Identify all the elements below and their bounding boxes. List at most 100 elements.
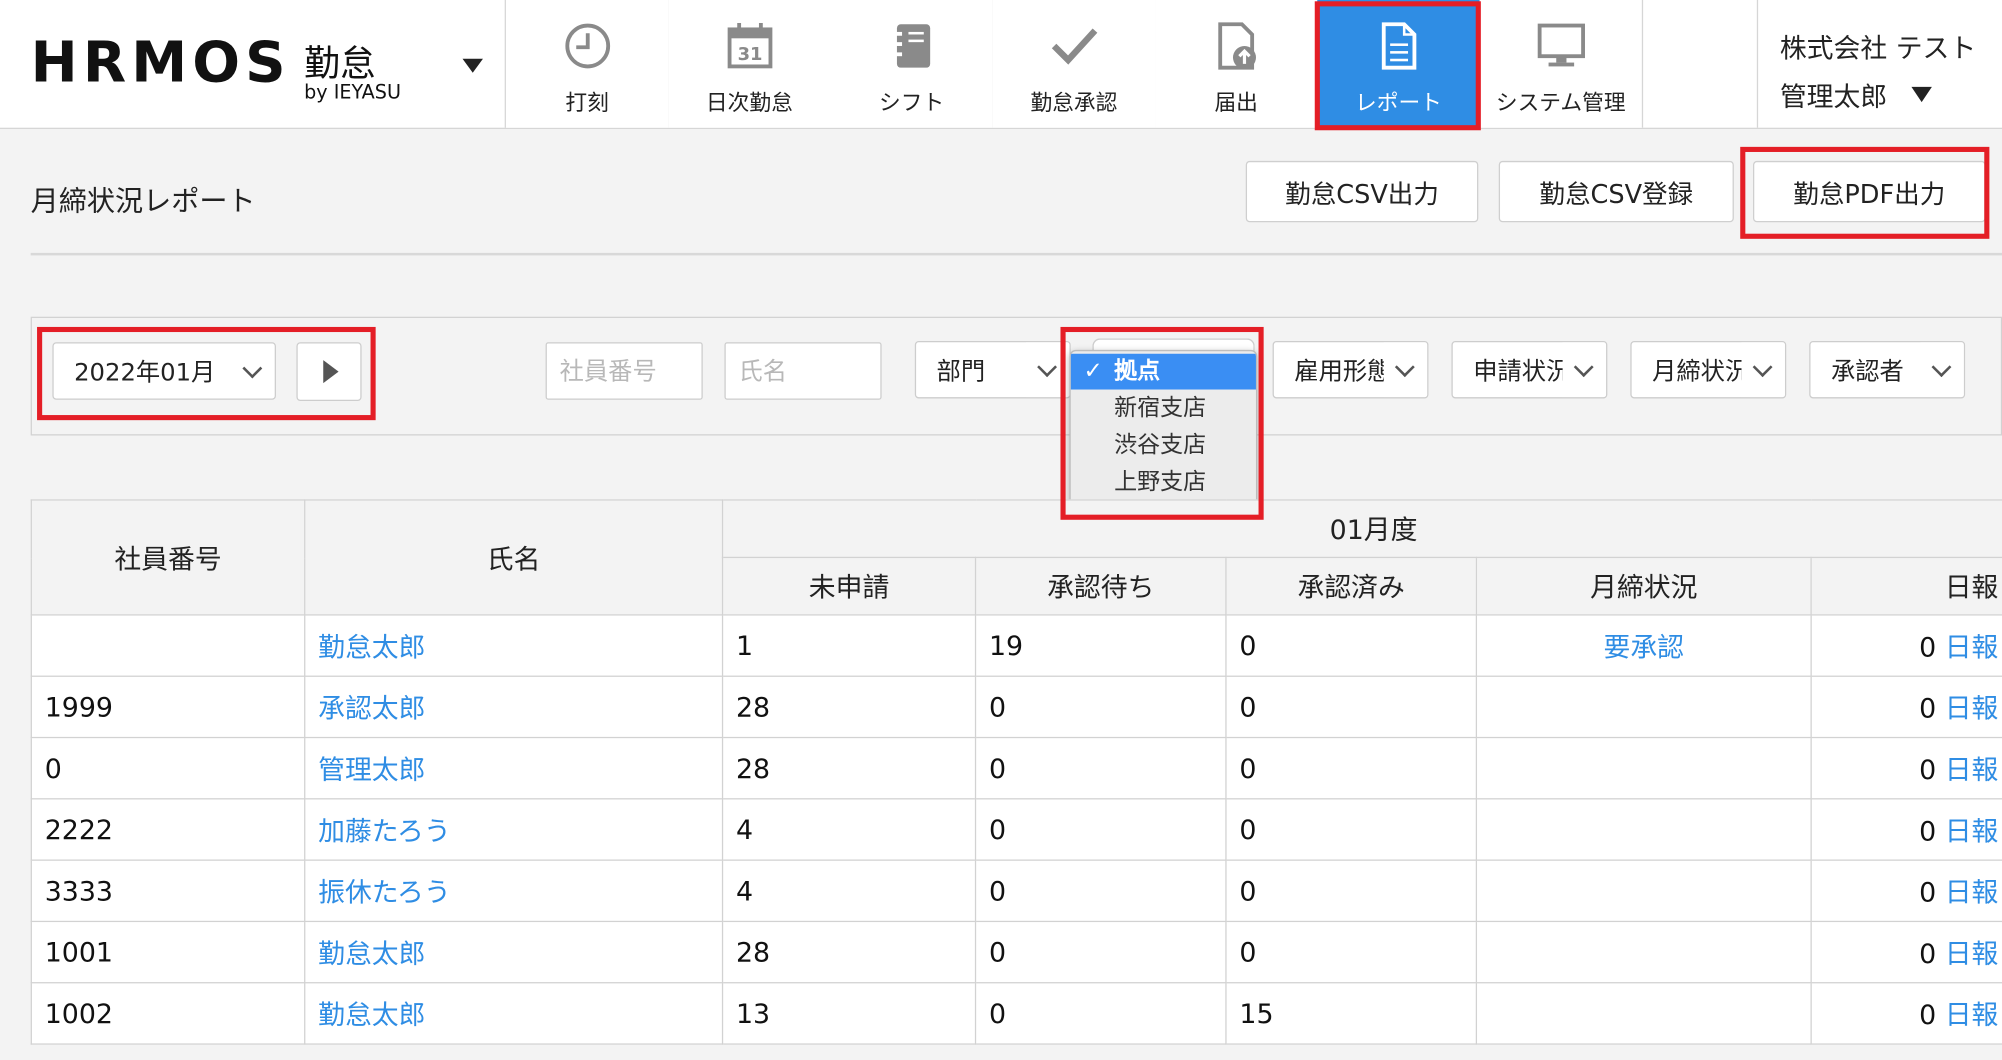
- daily-report-link[interactable]: 日報: [1945, 754, 1999, 785]
- cell-pending: 0: [974, 675, 1227, 739]
- location-dropdown-menu: ✓ 拠点 新宿支店 渋谷支店 上野支店: [1069, 349, 1258, 509]
- col-header-name: 氏名: [304, 499, 724, 616]
- daily-report-count: 0: [1919, 876, 1937, 908]
- employee-name-link[interactable]: 勤怠太郎: [318, 632, 425, 663]
- cell-pending: 19: [974, 614, 1227, 677]
- cell-daily-report: 0 日報: [1810, 982, 2002, 1045]
- approver-select[interactable]: 承認者: [1809, 340, 1966, 399]
- pdf-export-button[interactable]: 勤怠PDF出力: [1753, 160, 1986, 223]
- employee-number-input[interactable]: [545, 342, 703, 400]
- dropdown-option-selected[interactable]: ✓ 拠点: [1070, 353, 1256, 390]
- employee-name-link[interactable]: 勤怠太郎: [318, 999, 425, 1030]
- cell-name: 管理太郎: [304, 736, 724, 800]
- application-status-label: 申請状況: [1473, 357, 1571, 386]
- daily-report-count: 0: [1919, 631, 1937, 663]
- table-row: 1999 承認太郎 28 0 0 0 日報: [30, 675, 2002, 739]
- employment-type-label: 雇用形態: [1294, 357, 1392, 386]
- document-icon: [1317, 18, 1479, 74]
- col-header-closing-status: 月締状況: [1475, 556, 1812, 616]
- svg-text:31: 31: [737, 44, 762, 65]
- dropdown-option[interactable]: 新宿支店: [1071, 391, 1256, 427]
- nav-item-daily-attendance[interactable]: 31 日次勤怠: [668, 0, 832, 128]
- monitor-icon: [1480, 18, 1642, 74]
- table-row: 1001 勤怠太郎 28 0 0 0 日報: [30, 920, 2002, 984]
- col-header-employee-no: 社員番号: [30, 499, 306, 616]
- cell-employee-no: 1999: [30, 675, 306, 739]
- closing-status-label: 月締状況: [1652, 357, 1750, 386]
- nav-item-report[interactable]: レポート: [1317, 0, 1481, 128]
- cell-unsubmitted: 28: [721, 736, 977, 800]
- table-row: 3333 振休たろう 4 0 0 0 日報: [30, 859, 2002, 923]
- chevron-down-icon: [242, 358, 263, 379]
- department-label: 部門: [936, 357, 986, 386]
- nav-item-shift[interactable]: シフト: [830, 0, 995, 128]
- daily-report-count: 0: [1919, 938, 1937, 969]
- cell-approved: 0: [1225, 736, 1478, 800]
- cell-pending: 0: [974, 798, 1227, 861]
- cell-daily-report: 0 日報: [1810, 675, 2002, 739]
- upload-file-icon: [1155, 18, 1317, 74]
- table-row: 1002 勤怠太郎 13 0 15 0 日報: [30, 982, 2002, 1045]
- employee-name-link[interactable]: 管理太郎: [318, 754, 425, 785]
- employee-name-link[interactable]: 振休たろう: [318, 877, 451, 908]
- closing-status-link[interactable]: 要承認: [1604, 632, 1684, 663]
- cell-daily-report: 0 日報: [1810, 614, 2002, 677]
- table-row: 0 管理太郎 28 0 0 0 日報: [30, 736, 2002, 800]
- divider: [30, 252, 2002, 256]
- nav-item-punch[interactable]: 打刻: [505, 0, 670, 128]
- application-status-select[interactable]: 申請状況: [1451, 340, 1608, 399]
- name-input[interactable]: [724, 342, 882, 400]
- play-icon: [323, 360, 339, 384]
- nav-item-attendance-approval[interactable]: 勤怠承認: [992, 0, 1157, 128]
- page-title: 月締状況レポート: [30, 186, 256, 219]
- daily-report-link[interactable]: 日報: [1945, 632, 1999, 663]
- col-header-daily-report: 日報: [1810, 556, 2002, 616]
- cell-approved: 0: [1225, 675, 1478, 739]
- cell-name: 勤怠太郎: [304, 920, 724, 984]
- cell-daily-report: 0 日報: [1810, 859, 2002, 923]
- department-select[interactable]: 部門: [914, 340, 1071, 399]
- logo-product-name: 勤怠: [304, 42, 376, 85]
- daily-report-link[interactable]: 日報: [1945, 693, 1999, 724]
- cell-unsubmitted: 4: [721, 798, 977, 861]
- cell-closing-status: [1475, 982, 1812, 1045]
- check-icon: ✓: [1083, 357, 1103, 385]
- table-body: 勤怠太郎 1 19 0 要承認 0 日報 1999 承認太郎 28 0 0 0 日報 0 管理太郎 28 0 0…: [30, 614, 2002, 1045]
- user-name: 管理太郎: [1779, 81, 1888, 113]
- user-menu[interactable]: 株式会社 テスト 管理太郎: [1756, 0, 2002, 128]
- cell-closing-status: 要承認: [1475, 614, 1812, 677]
- user-menu-caret-icon[interactable]: [1911, 86, 1932, 103]
- nav-item-system-admin[interactable]: システム管理: [1479, 0, 1644, 128]
- daily-report-link[interactable]: 日報: [1945, 815, 1999, 846]
- dropdown-option[interactable]: 渋谷支店: [1071, 428, 1256, 464]
- cell-name: 振休たろう: [304, 859, 724, 923]
- checkmark-icon: [993, 18, 1155, 74]
- dropdown-option[interactable]: 上野支店: [1071, 465, 1256, 501]
- employee-name-link[interactable]: 加藤たろう: [318, 815, 451, 846]
- cell-name: 勤怠太郎: [304, 614, 724, 677]
- month-select[interactable]: 2022年01月: [52, 342, 276, 400]
- cell-approved: 15: [1225, 982, 1478, 1045]
- cell-approved: 0: [1225, 920, 1478, 984]
- cell-pending: 0: [974, 736, 1227, 800]
- daily-report-link[interactable]: 日報: [1945, 938, 1999, 969]
- nav-item-notification[interactable]: 届出: [1155, 0, 1319, 128]
- cell-closing-status: [1475, 920, 1812, 984]
- csv-export-button[interactable]: 勤怠CSV出力: [1245, 160, 1479, 223]
- daily-report-link[interactable]: 日報: [1945, 999, 1999, 1030]
- logo-area[interactable]: HRMOS 勤怠 by IEYASU: [0, 0, 506, 128]
- employment-type-select[interactable]: 雇用形態: [1272, 340, 1429, 399]
- report-table: 社員番号 氏名 01月度 未申請 承認待ち 承認済み 月締状況 日報 勤怠太郎 1…: [30, 499, 2002, 1045]
- daily-report-link[interactable]: 日報: [1945, 877, 1999, 908]
- notebook-icon: [831, 18, 993, 74]
- csv-import-button[interactable]: 勤怠CSV登録: [1498, 160, 1734, 223]
- next-month-button[interactable]: [296, 342, 362, 402]
- report-table-wrapper: 社員番号 氏名 01月度 未申請 承認待ち 承認済み 月締状況 日報 勤怠太郎 1…: [30, 499, 2002, 1045]
- cell-unsubmitted: 4: [721, 859, 977, 923]
- employee-name-link[interactable]: 承認太郎: [318, 693, 425, 724]
- app-switcher-caret-icon[interactable]: [462, 58, 483, 73]
- closing-status-select[interactable]: 月締状況: [1630, 340, 1787, 399]
- daily-report-count: 0: [1919, 754, 1937, 785]
- employee-name-link[interactable]: 勤怠太郎: [318, 938, 425, 969]
- cell-approved: 0: [1225, 798, 1478, 861]
